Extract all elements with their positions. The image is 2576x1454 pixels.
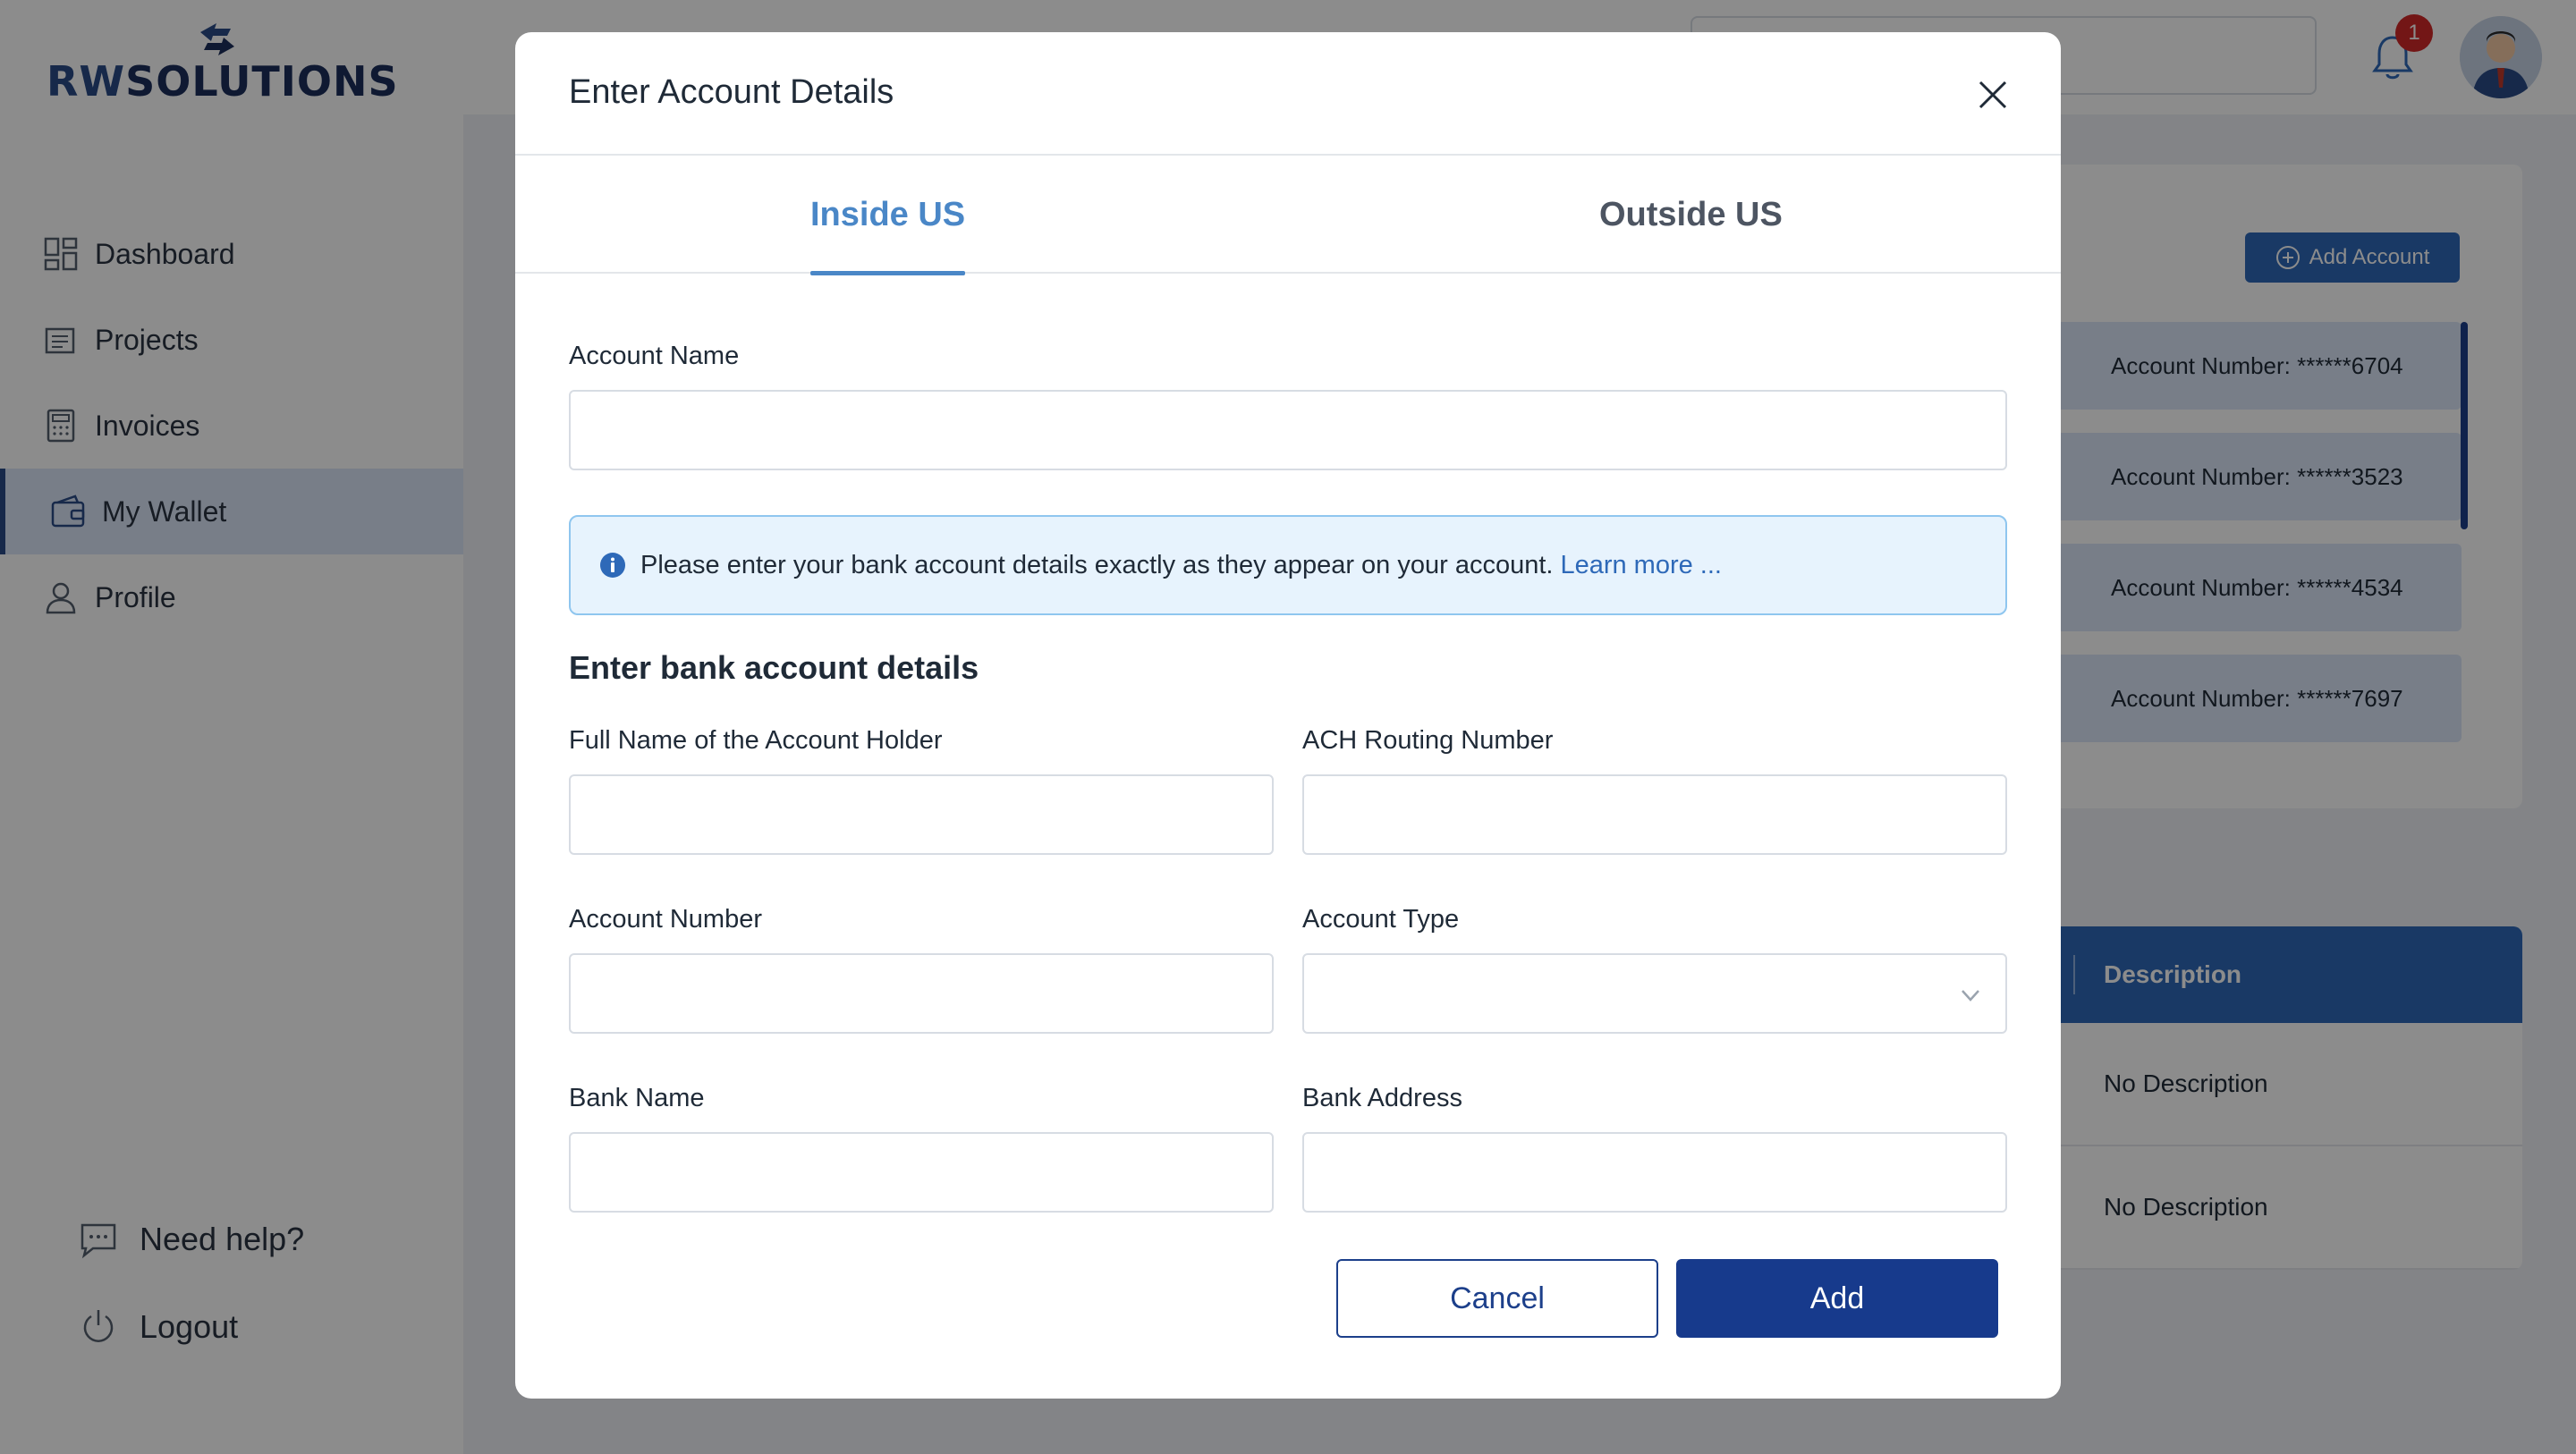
tab-outside-us[interactable]: Outside US [1599, 156, 1783, 274]
account-number-input[interactable] [569, 953, 1274, 1034]
tab-inside-us[interactable]: Inside US [810, 156, 966, 275]
bank-address-label: Bank Address [1302, 1084, 1462, 1112]
holder-name-label: Full Name of the Account Holder [569, 726, 943, 755]
account-type-select[interactable] [1302, 953, 2007, 1034]
account-type-label: Account Type [1302, 905, 1460, 934]
routing-number-label: ACH Routing Number [1302, 726, 1554, 755]
info-text: Please enter your bank account details e… [640, 550, 1554, 579]
bank-name-label: Bank Name [569, 1084, 705, 1112]
account-name-input[interactable] [569, 390, 2007, 470]
add-button[interactable]: Add [1676, 1259, 1998, 1338]
section-title: Enter bank account details [569, 649, 979, 686]
account-name-label: Account Name [569, 342, 740, 370]
bank-address-input[interactable] [1302, 1132, 2007, 1213]
info-icon [600, 553, 625, 578]
account-number-label: Account Number [569, 905, 762, 934]
location-tabs: Inside US Outside US [515, 156, 2061, 275]
account-details-modal: Enter Account Details Inside US Outside … [515, 32, 2061, 1399]
routing-number-input[interactable] [1302, 774, 2007, 855]
learn-more-link[interactable]: Learn more ... [1560, 551, 1722, 580]
close-icon[interactable] [1973, 75, 2012, 114]
cancel-button[interactable]: Cancel [1336, 1259, 1658, 1338]
chevron-down-icon [1962, 990, 1979, 1002]
modal-header: Enter Account Details [515, 32, 2061, 156]
info-alert: Please enter your bank account details e… [569, 515, 2007, 615]
modal-title: Enter Account Details [569, 73, 894, 111]
holder-name-input[interactable] [569, 774, 1274, 855]
bank-name-input[interactable] [569, 1132, 1274, 1213]
